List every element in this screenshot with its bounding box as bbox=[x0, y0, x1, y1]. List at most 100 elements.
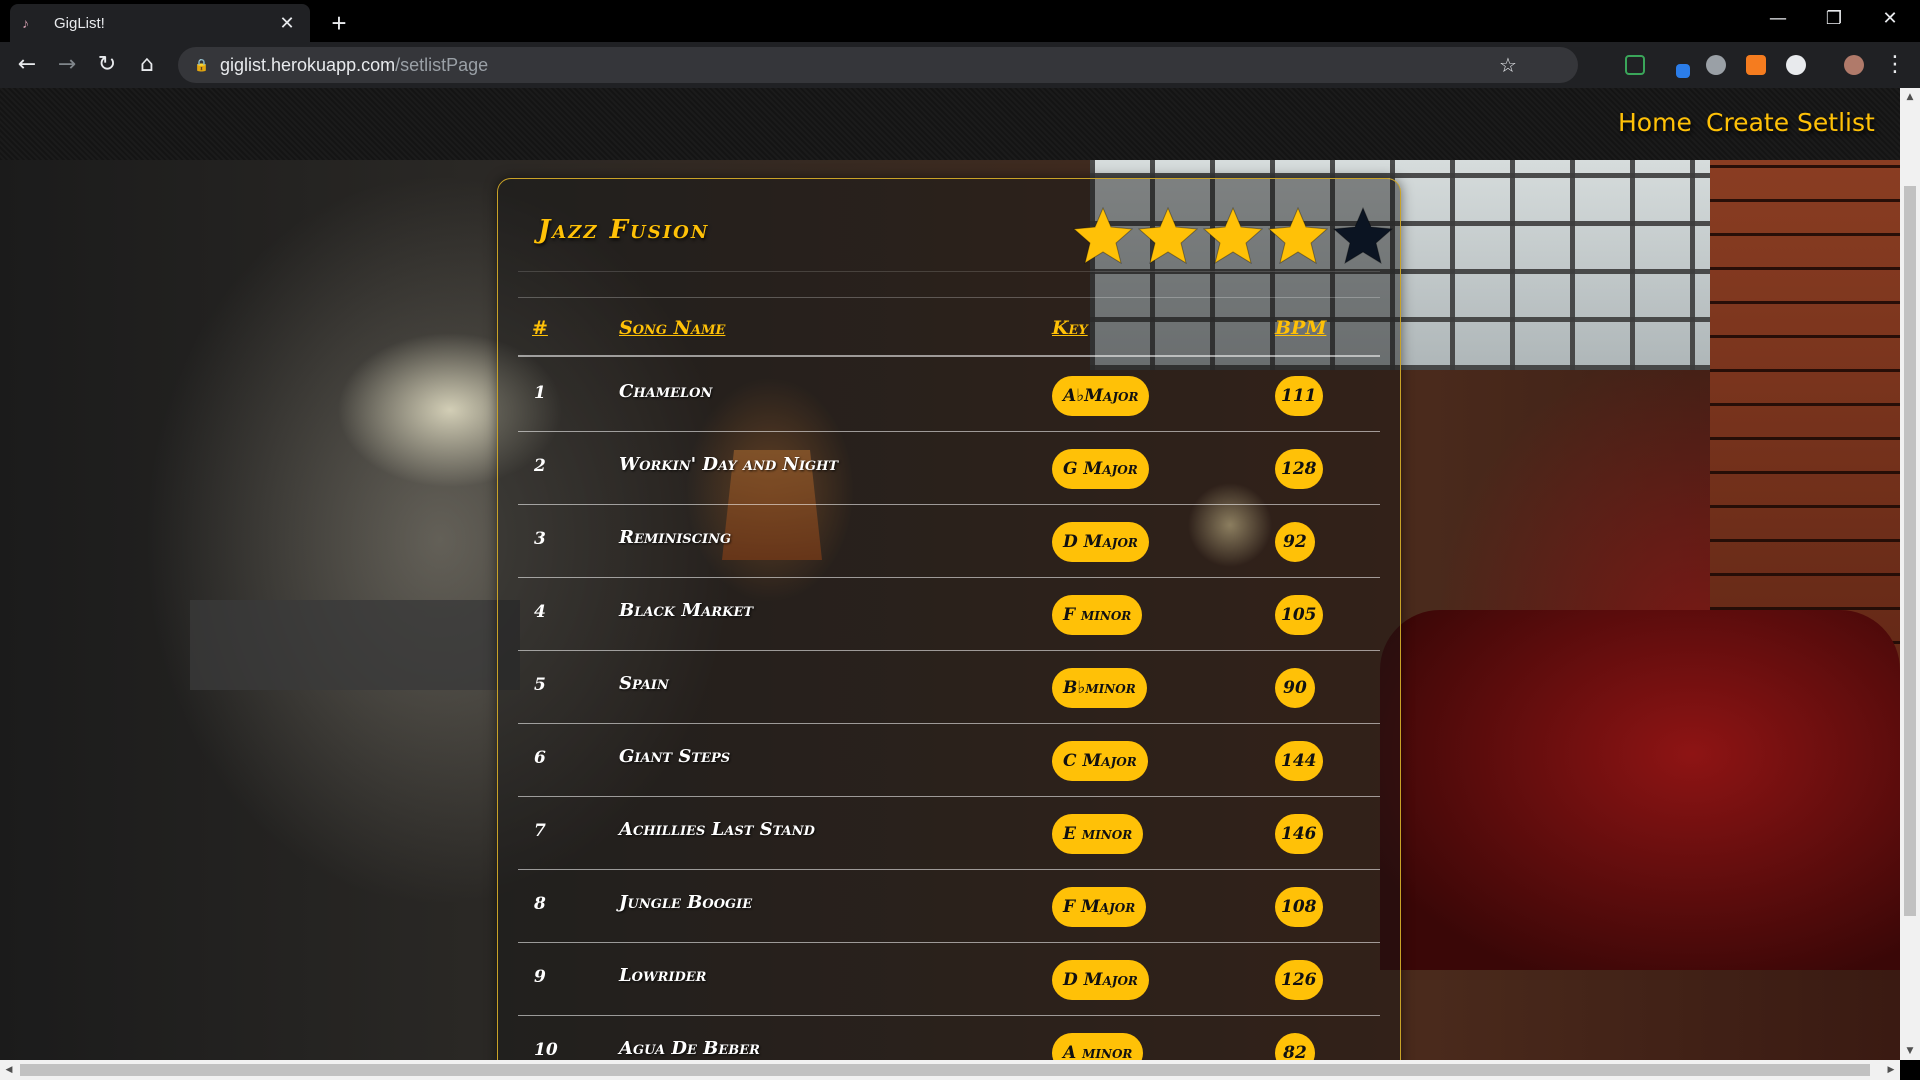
bpm-badge: 111 bbox=[1275, 376, 1323, 416]
bpm-badge: 126 bbox=[1275, 960, 1323, 1000]
table-row[interactable]: 4 Black Market F minor 105 bbox=[518, 578, 1380, 651]
extension-circle-icon[interactable] bbox=[1786, 55, 1806, 75]
column-header-song-name[interactable]: Song Name bbox=[619, 317, 725, 339]
song-number: 5 bbox=[534, 675, 546, 695]
scroll-up-arrow-icon[interactable]: ▲ bbox=[1900, 88, 1920, 106]
music-note-icon: ♪ bbox=[22, 15, 29, 31]
table-row[interactable]: 5 Spain B♭minor 90 bbox=[518, 651, 1380, 724]
song-number: 8 bbox=[534, 894, 546, 914]
url-host: giglist.herokuapp.com bbox=[220, 54, 396, 75]
reload-icon[interactable]: ↻ bbox=[92, 50, 122, 80]
scroll-right-arrow-icon[interactable]: ▶ bbox=[1882, 1060, 1900, 1080]
extension-screen-icon[interactable] bbox=[1625, 55, 1645, 75]
new-tab-button[interactable]: + bbox=[324, 8, 354, 38]
key-badge: G Major bbox=[1052, 449, 1149, 489]
url-path: /setlistPage bbox=[395, 54, 489, 75]
song-name: Giant Steps bbox=[619, 746, 731, 767]
scroll-left-arrow-icon[interactable]: ◀ bbox=[0, 1060, 18, 1080]
table-row[interactable]: 2 Workin' Day and Night G Major 128 bbox=[518, 432, 1380, 505]
table-header: # Song Name Key BPM bbox=[518, 301, 1380, 357]
table-row[interactable]: 7 Achillies Last Stand E minor 146 bbox=[518, 797, 1380, 870]
background-sofa bbox=[1380, 610, 1900, 970]
horizontal-scrollbar[interactable]: ◀ ▶ bbox=[0, 1060, 1900, 1080]
key-badge: B♭minor bbox=[1052, 668, 1147, 708]
scroll-down-arrow-icon[interactable]: ▼ bbox=[1900, 1042, 1920, 1060]
minimize-icon[interactable]: — bbox=[1750, 0, 1806, 40]
star-filled-icon[interactable] bbox=[1072, 205, 1134, 265]
setlist-card: Jazz Fusion # Song Name Key BPM 1 Chamelo… bbox=[497, 178, 1401, 1060]
tab-close-icon[interactable]: ✕ bbox=[276, 12, 298, 34]
tab-title: GigList! bbox=[54, 14, 105, 32]
key-badge: D Major bbox=[1052, 960, 1149, 1000]
forward-icon[interactable]: → bbox=[52, 50, 82, 80]
key-badge: A minor bbox=[1052, 1033, 1144, 1060]
table-row[interactable]: 6 Giant Steps C Major 144 bbox=[518, 724, 1380, 797]
table-row[interactable]: 10 Agua De Beber A minor 82 bbox=[518, 1016, 1380, 1060]
extension-blue-icon[interactable] bbox=[1676, 64, 1690, 78]
horizontal-scroll-thumb[interactable] bbox=[20, 1064, 1870, 1076]
close-window-icon[interactable]: ✕ bbox=[1862, 0, 1918, 40]
bpm-badge: 90 bbox=[1275, 668, 1315, 708]
column-header-num[interactable]: # bbox=[532, 317, 548, 339]
song-number: 9 bbox=[534, 967, 546, 987]
divider bbox=[518, 297, 1380, 298]
key-badge: F minor bbox=[1052, 595, 1143, 635]
nav-create-setlist-link[interactable]: Create Setlist bbox=[1706, 108, 1875, 137]
home-icon[interactable]: ⌂ bbox=[132, 50, 162, 80]
restore-icon[interactable]: ❐ bbox=[1806, 0, 1862, 40]
bpm-badge: 128 bbox=[1275, 449, 1323, 489]
star-filled-icon[interactable] bbox=[1137, 205, 1199, 265]
song-number: 7 bbox=[534, 821, 546, 841]
key-badge: D Major bbox=[1052, 522, 1149, 562]
song-number: 10 bbox=[534, 1040, 558, 1060]
song-number: 1 bbox=[534, 383, 546, 403]
bpm-badge: 144 bbox=[1275, 741, 1323, 781]
bpm-badge: 105 bbox=[1275, 595, 1323, 635]
divider bbox=[518, 271, 1380, 272]
song-name: Chamelon bbox=[619, 381, 713, 402]
song-name: Workin' Day and Night bbox=[619, 454, 839, 475]
star-filled-icon[interactable] bbox=[1267, 205, 1329, 265]
song-name: Reminiscing bbox=[619, 527, 732, 548]
menu-kebab-icon[interactable]: ⋮ bbox=[1880, 50, 1910, 80]
table-row[interactable]: 1 Chamelon A♭Major 111 bbox=[518, 359, 1380, 432]
extension-shield-icon[interactable] bbox=[1706, 55, 1726, 75]
profile-avatar[interactable] bbox=[1844, 55, 1864, 75]
key-badge: C Major bbox=[1052, 741, 1148, 781]
song-name: Spain bbox=[619, 673, 669, 694]
back-icon[interactable]: ← bbox=[12, 50, 42, 80]
page-viewport: Home Create Setlist Jazz Fusion # Song N… bbox=[0, 88, 1900, 1060]
column-header-bpm[interactable]: BPM bbox=[1275, 317, 1326, 339]
browser-tab-strip: ♪ GigList! ✕ + — ❐ ✕ bbox=[0, 0, 1920, 42]
song-number: 4 bbox=[534, 602, 546, 622]
vertical-scrollbar[interactable]: ▲ ▼ bbox=[1900, 88, 1920, 1060]
bpm-badge: 108 bbox=[1275, 887, 1323, 927]
key-badge: A♭Major bbox=[1052, 376, 1150, 416]
bpm-badge: 146 bbox=[1275, 814, 1323, 854]
extension-orange-icon[interactable] bbox=[1746, 55, 1766, 75]
table-row[interactable]: 8 Jungle Boogie F Major 108 bbox=[518, 870, 1380, 943]
table-row[interactable]: 3 Reminiscing D Major 92 bbox=[518, 505, 1380, 578]
rating-stars[interactable] bbox=[1072, 205, 1397, 265]
background-photo: Jazz Fusion # Song Name Key BPM 1 Chamelo… bbox=[0, 160, 1900, 1060]
bpm-badge: 82 bbox=[1275, 1033, 1315, 1060]
column-header-key[interactable]: Key bbox=[1052, 317, 1088, 339]
song-number: 6 bbox=[534, 748, 546, 768]
site-navbar: Home Create Setlist bbox=[0, 88, 1900, 160]
lock-icon: 🔒 bbox=[194, 58, 209, 72]
bpm-badge: 92 bbox=[1275, 522, 1315, 562]
browser-tab[interactable]: ♪ GigList! ✕ bbox=[10, 4, 310, 42]
song-number: 2 bbox=[534, 456, 546, 476]
star-empty-icon[interactable] bbox=[1332, 205, 1394, 265]
star-filled-icon[interactable] bbox=[1202, 205, 1264, 265]
song-name: Agua De Beber bbox=[619, 1038, 760, 1059]
vertical-scroll-thumb[interactable] bbox=[1904, 186, 1916, 916]
song-name: Lowrider bbox=[619, 965, 707, 986]
nav-home-link[interactable]: Home bbox=[1618, 108, 1692, 137]
address-bar[interactable]: 🔒 giglist.herokuapp.com/setlistPage ☆ bbox=[178, 47, 1578, 83]
song-name: Achillies Last Stand bbox=[619, 819, 815, 840]
table-row[interactable]: 9 Lowrider D Major 126 bbox=[518, 943, 1380, 1016]
browser-toolbar: ← → ↻ ⌂ 🔒 giglist.herokuapp.com/setlistP… bbox=[0, 42, 1920, 88]
background-piano bbox=[190, 600, 520, 690]
song-number: 3 bbox=[534, 529, 546, 549]
